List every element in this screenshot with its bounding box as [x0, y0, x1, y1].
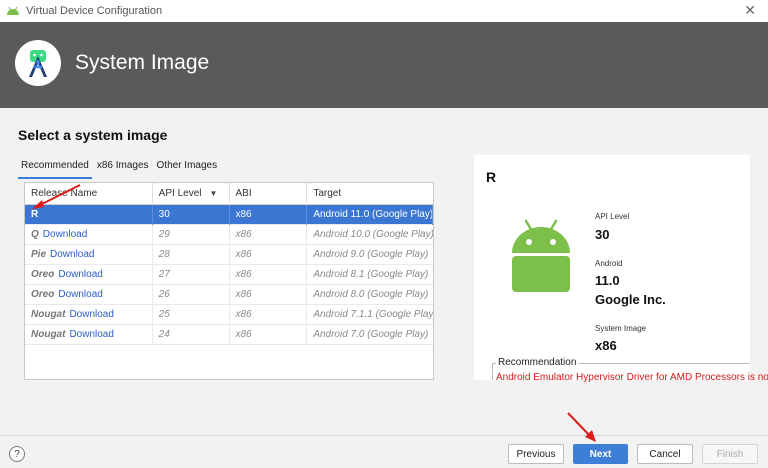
api-level: 28 [153, 244, 230, 265]
image-details-panel: R API Level 30 Android 11.0 Google Inc. … [474, 155, 768, 383]
target: Android 10.0 (Google Play) [313, 229, 433, 240]
api-level: 30 [153, 204, 230, 225]
api-level-value: 30 [595, 227, 610, 242]
abi: x86 [230, 304, 308, 325]
window-title: Virtual Device Configuration [26, 5, 163, 17]
title-bar: Virtual Device Configuration ✕ [0, 0, 768, 22]
column-header-api-level[interactable]: API Level ▼ [153, 183, 230, 204]
download-link[interactable]: Download [69, 329, 113, 340]
api-level: 26 [153, 284, 230, 305]
table-row[interactable]: Pie Download 28 x86 Android 9.0 (Google P… [25, 244, 433, 265]
api-level: 29 [153, 224, 230, 245]
target: Android 7.1.1 (Google Play) [313, 309, 433, 320]
android-studio-logo-icon [15, 40, 61, 86]
target: Android 9.0 (Google Play) [313, 249, 429, 260]
close-icon[interactable]: ✕ [744, 2, 756, 19]
abi: x86 [230, 244, 308, 265]
column-header-abi[interactable]: ABI [230, 183, 308, 204]
table-row[interactable]: Oreo Download 26 x86 Android 8.0 (Google … [25, 284, 433, 305]
abi: x86 [230, 284, 308, 305]
help-icon[interactable]: ? [9, 446, 25, 462]
finish-button[interactable]: Finish [702, 444, 758, 464]
api-level: 25 [153, 304, 230, 325]
vendor-name: Google Inc. [595, 292, 666, 307]
table-row[interactable]: R 30 x86 Android 11.0 (Google Play) [25, 204, 433, 225]
page-title: System Image [75, 51, 210, 74]
table-row[interactable]: Q Download 29 x86 Android 10.0 (Google Pl… [25, 224, 433, 245]
sort-descending-icon: ▼ [209, 189, 218, 198]
footer-divider [0, 435, 768, 436]
system-image-value: x86 [595, 338, 617, 353]
abi: x86 [230, 264, 308, 285]
android-label: Android [595, 259, 623, 268]
cancel-button[interactable]: Cancel [637, 444, 693, 464]
download-link[interactable]: Download [58, 269, 102, 280]
release-name: Q [31, 229, 39, 240]
next-button[interactable]: Next [573, 444, 628, 464]
table-row[interactable]: Nougat Download 25 x86 Android 7.1.1 (Goo… [25, 304, 433, 325]
android-robot-icon [512, 219, 570, 292]
table-row[interactable]: Nougat Download 24 x86 Android 7.0 (Googl… [25, 324, 433, 345]
download-link[interactable]: Download [69, 309, 113, 320]
image-tabs: Recommended x86 Images Other Images [18, 157, 222, 179]
release-name: Nougat [31, 329, 66, 340]
annotation-arrow-icon [567, 412, 596, 442]
release-name: Oreo [31, 289, 55, 300]
api-level-label: API Level [595, 212, 630, 221]
abi: x86 [230, 224, 308, 245]
system-image-table: Release Name API Level ▼ ABI Target R 30 … [24, 182, 434, 380]
selected-image-letter: R [486, 169, 497, 185]
abi: x86 [230, 204, 308, 225]
section-title: Select a system image [18, 127, 168, 143]
release-name: Nougat [31, 309, 66, 320]
abi: x86 [230, 324, 308, 345]
annotation-arrow-icon [32, 184, 81, 209]
system-image-label: System Image [595, 324, 647, 333]
target: Android 11.0 (Google Play) [307, 204, 433, 225]
table-row[interactable]: Oreo Download 27 x86 Android 8.1 (Google … [25, 264, 433, 285]
table-header: Release Name API Level ▼ ABI Target [25, 183, 433, 205]
recommendation-text: Android Emulator Hypervisor Driver for A… [496, 372, 768, 383]
previous-button[interactable]: Previous [508, 444, 564, 464]
android-version: 11.0 [595, 273, 620, 288]
release-name: Pie [31, 249, 47, 260]
wizard-header: System Image [0, 22, 768, 108]
download-link[interactable]: Download [58, 289, 102, 300]
android-app-icon [7, 6, 19, 15]
target: Android 7.0 (Google Play) [313, 329, 429, 340]
download-link[interactable]: Download [43, 229, 87, 240]
tab-other-images[interactable]: Other Images [154, 157, 221, 179]
api-level: 27 [153, 264, 230, 285]
tab-recommended[interactable]: Recommended [18, 157, 92, 179]
target: Android 8.0 (Google Play) [313, 289, 429, 300]
download-link[interactable]: Download [50, 249, 94, 260]
release-name: Oreo [31, 269, 55, 280]
target: Android 8.1 (Google Play) [313, 269, 429, 280]
tab-x86-images[interactable]: x86 Images [94, 157, 152, 179]
column-header-target[interactable]: Target [307, 183, 433, 204]
api-level: 24 [153, 324, 230, 345]
recommendation-title: Recommendation [496, 357, 579, 368]
